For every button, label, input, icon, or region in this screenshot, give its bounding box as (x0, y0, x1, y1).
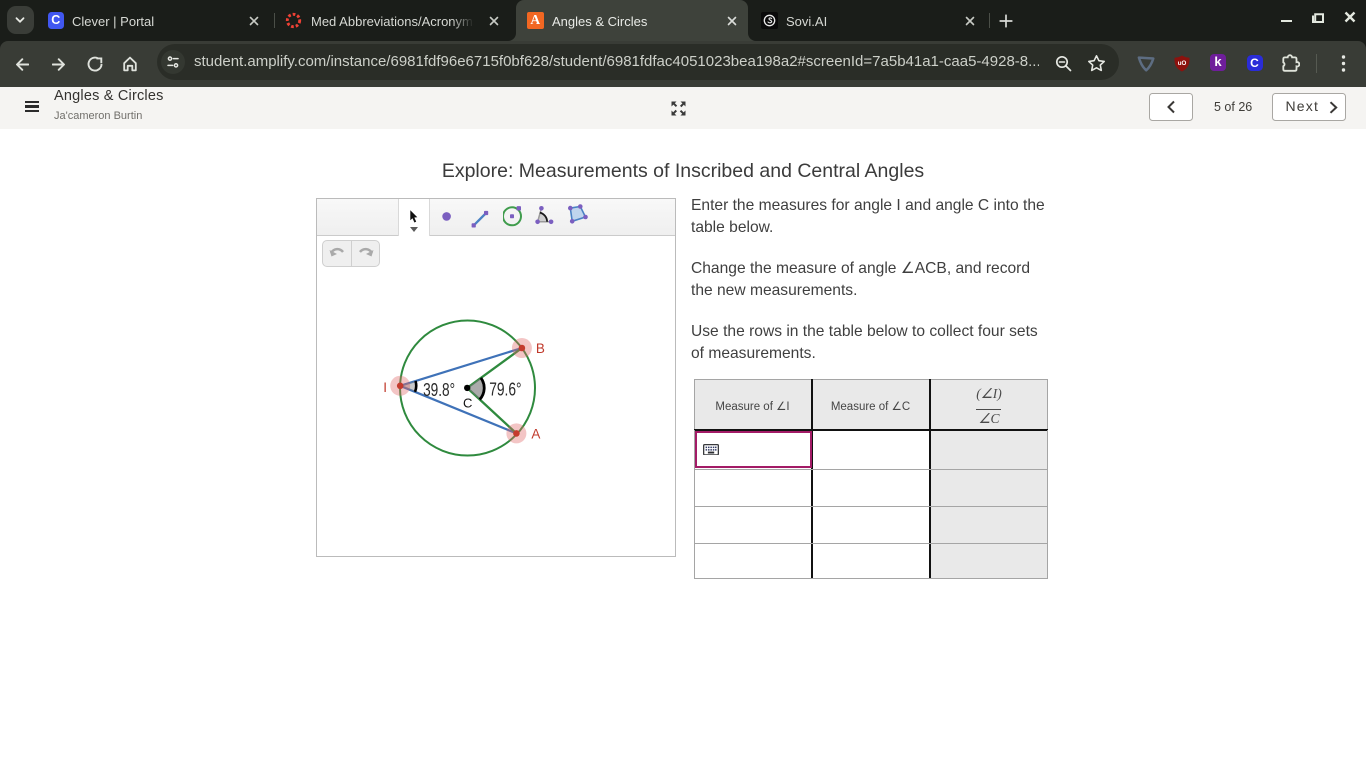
svg-text:A: A (531, 427, 540, 442)
svg-text:B: B (536, 341, 545, 356)
svg-text:39.8°: 39.8° (423, 380, 455, 400)
svg-text:uO: uO (1178, 59, 1187, 66)
svg-text:79.6°: 79.6° (489, 379, 521, 399)
svg-text:C: C (463, 395, 472, 410)
svg-text:I: I (383, 380, 387, 395)
